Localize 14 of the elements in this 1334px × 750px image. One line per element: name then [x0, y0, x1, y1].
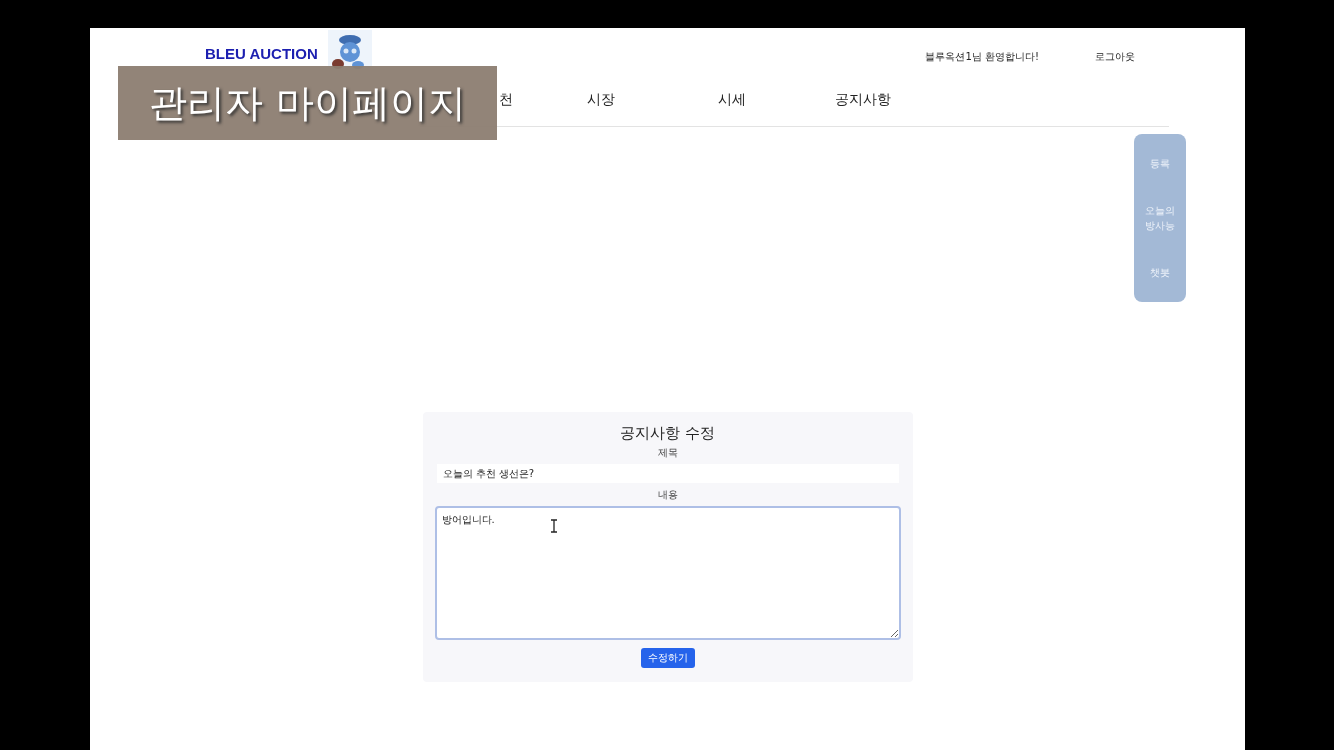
submit-button[interactable]: 수정하기: [640, 648, 695, 668]
field-label: 내용: [657, 488, 678, 502]
logo-text[interactable]: BLEU AUCTION: [205, 45, 318, 62]
field-label: 제목: [657, 446, 678, 460]
welcome-text: 블루옥션1님 환영합니다!: [925, 50, 1039, 64]
nav-link[interactable]: 시세: [666, 91, 797, 111]
content-textarea[interactable]: 방어입니다.: [434, 506, 901, 640]
title-input[interactable]: 오늘의 추천 생선은?: [436, 464, 899, 483]
logout-link[interactable]: 로그아웃: [1095, 50, 1135, 64]
form-title: 공지사항 수정: [620, 424, 715, 443]
nav-link[interactable]: 시장: [535, 91, 666, 111]
caption-overlay: 관리자 마이페이지: [118, 66, 497, 140]
text-cursor-icon: [550, 519, 558, 533]
nav-link[interactable]: 공지사항: [797, 91, 928, 111]
